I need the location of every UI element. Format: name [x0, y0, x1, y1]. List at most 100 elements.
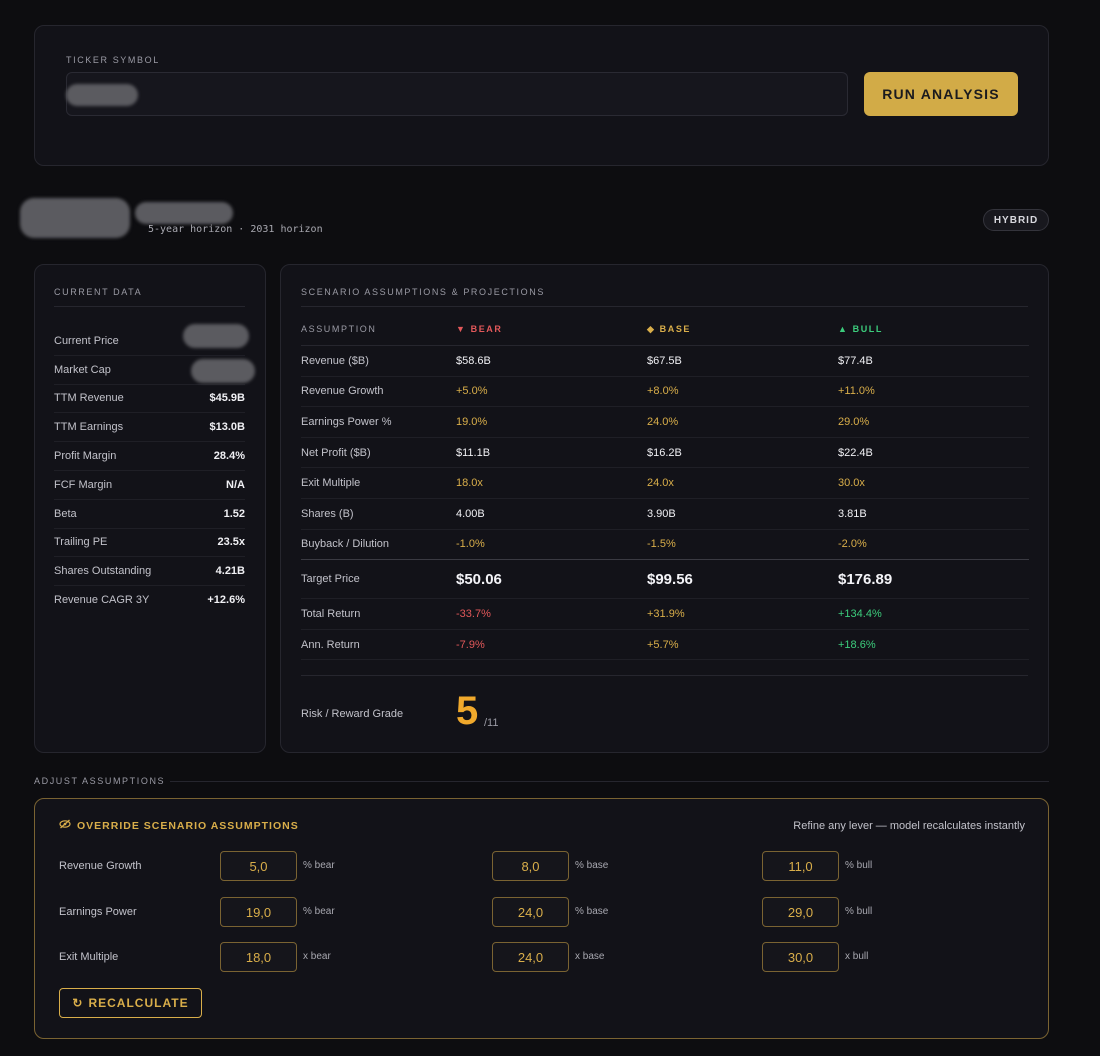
current-data-row: Profit Margin 28.4%	[54, 442, 245, 471]
current-data-value: 23.5x	[217, 536, 245, 549]
current-data-row: FCF Margin N/A	[54, 471, 245, 500]
override-input-bear[interactable]	[220, 942, 297, 972]
scenario-table: ASSUMPTION ▼ BEAR ◆ BASE ▲ BULL Revenue …	[301, 313, 1029, 661]
override-unit-base: % base	[575, 860, 609, 871]
current-data-label: FCF Margin	[54, 478, 113, 491]
ticker-label: TICKER SYMBOL	[66, 55, 160, 65]
current-data-row: TTM Revenue $45.9B	[54, 385, 245, 414]
scenario-row-label: Target Price	[301, 573, 360, 586]
override-input-bull[interactable]	[762, 851, 839, 881]
current-data-value: 4.21B	[215, 565, 245, 578]
scenario-value-bull: $176.89	[838, 570, 893, 588]
current-data-value: 1.52	[223, 507, 245, 520]
current-data-label: Current Price	[54, 334, 119, 347]
scenario-value-bear: -33.7%	[456, 607, 491, 620]
current-data-row: Trailing PE 23.5x	[54, 529, 245, 558]
override-input-bear[interactable]	[220, 897, 297, 927]
scenario-value-bear: $50.06	[456, 570, 502, 588]
override-input-base[interactable]	[492, 942, 569, 972]
override-row-label: Revenue Growth	[59, 860, 142, 872]
scenario-value-bull: 30.0x	[838, 477, 865, 490]
col-header-bear: ▼ BEAR	[456, 324, 503, 334]
scenario-row: Target Price $50.06 $99.56 $176.89	[301, 559, 1029, 600]
scenario-value-bull: $77.4B	[838, 354, 873, 367]
override-unit-bear: % bear	[303, 860, 335, 871]
current-data-value: $45.9B	[209, 392, 245, 405]
current-data-row: Revenue CAGR 3Y +12.6%	[54, 586, 245, 614]
scenario-value-base: 24.0%	[647, 415, 679, 428]
grade-value: 5	[456, 689, 479, 733]
scenario-value-base: $67.5B	[647, 354, 682, 367]
scenario-value-bear: 4.00B	[456, 507, 485, 520]
grade-label: Risk / Reward Grade	[301, 708, 404, 720]
scenario-value-bear: $11.1B	[456, 446, 491, 459]
recalculate-button[interactable]: ↻ RECALCULATE	[59, 988, 202, 1018]
current-data-row: Beta 1.52	[54, 500, 245, 529]
scenario-row-label: Earnings Power %	[301, 415, 392, 428]
override-input-bull[interactable]	[762, 942, 839, 972]
current-data-label: Revenue CAGR 3Y	[54, 594, 150, 607]
current-data-row: TTM Earnings $13.0B	[54, 413, 245, 443]
override-unit-bull: % bull	[845, 906, 873, 917]
scenario-value-base: +5.7%	[647, 638, 679, 651]
col-header-bull: ▲ BULL	[838, 324, 884, 334]
current-data-label: Market Cap	[54, 363, 111, 376]
col-header-base: ◆ BASE	[647, 324, 692, 334]
scenario-value-bull: 29.0%	[838, 415, 870, 428]
ticker-input[interactable]	[66, 72, 848, 116]
override-input-bear[interactable]	[220, 851, 297, 881]
scenario-row-label: Shares (B)	[301, 507, 354, 520]
recalculate-label: RECALCULATE	[88, 996, 189, 1010]
redacted-current-price	[183, 324, 249, 348]
redacted-market-cap	[191, 359, 255, 383]
override-input-base[interactable]	[492, 897, 569, 927]
horizon-text: 5-year horizon · 2031 horizon	[148, 224, 323, 235]
scenario-row: Revenue Growth +5.0% +8.0% +11.0%	[301, 376, 1029, 408]
eye-off-icon	[59, 819, 71, 832]
override-unit-bear: x bear	[303, 951, 331, 962]
override-unit-bull: x bull	[845, 951, 869, 962]
current-data-value: $13.0B	[209, 421, 245, 434]
current-data-row: Shares Outstanding 4.21B	[54, 557, 245, 587]
scenario-value-bull: 3.81B	[838, 507, 867, 520]
current-data-label: TTM Revenue	[54, 392, 124, 405]
scenario-value-bear: 19.0%	[456, 415, 488, 428]
scenario-row-label: Total Return	[301, 607, 361, 620]
col-header-assumption: ASSUMPTION	[301, 324, 377, 334]
scenario-value-bear: 18.0x	[456, 477, 483, 490]
current-data-panel: CURRENT DATA Current Price Market Cap TTM …	[34, 264, 266, 753]
scenario-row: Revenue ($B) $58.6B $67.5B $77.4B	[301, 345, 1029, 377]
override-subtitle: Refine any lever — model recalculates in…	[793, 820, 1025, 832]
scenario-row: Total Return -33.7% +31.9% +134.4%	[301, 598, 1029, 630]
run-analysis-button[interactable]: RUN ANALYSIS	[864, 72, 1018, 116]
redacted-ticker	[66, 84, 138, 106]
scenario-row: Exit Multiple 18.0x 24.0x 30.0x	[301, 467, 1029, 499]
scenario-value-bull: $22.4B	[838, 446, 873, 459]
scenario-row: Ann. Return -7.9% +5.7% +18.6%	[301, 629, 1029, 661]
scenario-value-base: $16.2B	[647, 446, 682, 459]
scenario-row-label: Ann. Return	[301, 638, 360, 651]
scenario-value-base: 3.90B	[647, 507, 676, 520]
scenario-value-bear: -7.9%	[456, 638, 485, 651]
divider	[301, 306, 1028, 307]
scenario-row: Net Profit ($B) $11.1B $16.2B $22.4B	[301, 437, 1029, 469]
scenario-value-bear: +5.0%	[456, 385, 488, 398]
scenario-value-bull: +18.6%	[838, 638, 876, 651]
grade-max: /11	[484, 717, 499, 729]
adjust-section-label: ADJUST ASSUMPTIONS	[34, 776, 166, 786]
override-unit-base: % base	[575, 906, 609, 917]
current-data-label: Trailing PE	[54, 536, 108, 549]
override-row-label: Exit Multiple	[59, 951, 119, 963]
redacted-company-name	[20, 198, 130, 238]
override-unit-bear: % bear	[303, 906, 335, 917]
divider	[54, 306, 245, 307]
override-input-base[interactable]	[492, 851, 569, 881]
scenario-row-label: Revenue Growth	[301, 385, 384, 398]
override-input-bull[interactable]	[762, 897, 839, 927]
scenario-value-bear: $58.6B	[456, 354, 491, 367]
scenario-panel: SCENARIO ASSUMPTIONS & PROJECTIONS ASSUM…	[280, 264, 1049, 753]
current-data-label: Profit Margin	[54, 450, 117, 463]
current-data-value: 28.4%	[213, 450, 245, 463]
mode-badge: HYBRID	[983, 209, 1049, 231]
divider	[170, 781, 1049, 782]
